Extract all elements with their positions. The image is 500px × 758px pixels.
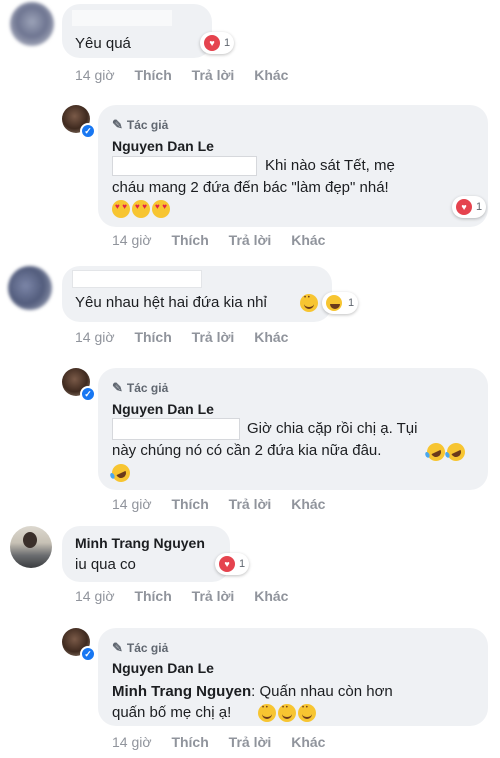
more-link[interactable]: Khác [291, 496, 325, 512]
emoji-row [112, 200, 172, 218]
rofl-emoji-icon [444, 440, 468, 464]
verified-check-icon: ✓ [80, 646, 96, 662]
reaction-badge[interactable]: ♥ 1 [452, 196, 487, 218]
heart-eyes-emoji-icon [112, 200, 130, 218]
rofl-emoji-icon [109, 461, 133, 485]
redacted-mention [112, 156, 257, 176]
haha-icon [326, 295, 342, 311]
avatar[interactable] [10, 526, 52, 568]
like-link[interactable]: Thích [171, 496, 208, 512]
author-badge: ✎ Tác giả [112, 640, 169, 655]
author-badge: ✎ Tác giả [112, 117, 169, 132]
heart-eyes-emoji-icon [152, 200, 170, 218]
like-link[interactable]: Thích [134, 329, 171, 345]
like-link[interactable]: Thích [134, 588, 171, 604]
comment-actions: 14 giờ Thích Trả lời Khác [112, 734, 341, 750]
comment-actions: 14 giờ Thích Trả lời Khác [75, 67, 304, 83]
comment-actions: 14 giờ Thích Trả lời Khác [75, 329, 304, 345]
pencil-icon: ✎ [112, 640, 123, 655]
more-link[interactable]: Khác [254, 329, 288, 345]
more-link[interactable]: Khác [291, 734, 325, 750]
author-badge: ✎ Tác giả [112, 380, 169, 395]
comment-text-line1: Khi nào sát Tết, mẹ [265, 157, 395, 174]
heart-icon: ♥ [456, 199, 472, 215]
avatar[interactable] [10, 2, 54, 46]
emoji-row [300, 294, 320, 312]
timestamp[interactable]: 14 giờ [75, 329, 115, 345]
verified-check-icon: ✓ [80, 386, 96, 402]
like-link[interactable]: Thích [171, 232, 208, 248]
comment-text: Yêu nhau hệt hai đứa kia nhỉ [75, 294, 267, 311]
comment-text-line1: Giờ chia cặp rồi chị ạ. Tụi [247, 420, 418, 437]
comment-actions: 14 giờ Thích Trả lời Khác [75, 588, 304, 604]
reaction-badge[interactable]: 1 [322, 292, 359, 314]
comment-text-line1: Minh Trang Nguyen: Quấn nhau còn hơn [112, 683, 393, 700]
heart-icon: ♥ [204, 35, 220, 51]
comment-actions: 14 giờ Thích Trả lời Khác [112, 496, 341, 512]
redacted-mention [112, 418, 240, 440]
reply-link[interactable]: Trả lời [192, 329, 235, 345]
avatar[interactable] [8, 266, 52, 310]
commenter-name[interactable]: Nguyen Dan Le [112, 660, 214, 676]
grinning-emoji-icon [258, 704, 276, 722]
comment-text-line2: cháu mang 2 đứa đến bác "làm đẹp" nhá! [112, 179, 389, 196]
more-link[interactable]: Khác [254, 67, 288, 83]
reply-link[interactable]: Trả lời [192, 67, 235, 83]
commenter-name[interactable]: Nguyen Dan Le [112, 401, 214, 417]
reaction-badge[interactable]: ♥ 1 [200, 32, 235, 54]
pencil-icon: ✎ [112, 117, 123, 132]
grinning-emoji-icon [300, 294, 318, 312]
mention-link[interactable]: Minh Trang Nguyen [112, 683, 251, 700]
comment-text-line2: này chúng nó có cần 2 đứa kia nữa đâu. [112, 442, 382, 459]
emoji-row [258, 704, 318, 722]
reply-link[interactable]: Trả lời [192, 588, 235, 604]
reply-link[interactable]: Trả lời [229, 734, 272, 750]
emoji-row [424, 440, 468, 464]
timestamp[interactable]: 14 giờ [112, 496, 152, 512]
pencil-icon: ✎ [112, 380, 123, 395]
like-link[interactable]: Thích [171, 734, 208, 750]
grinning-emoji-icon [278, 704, 296, 722]
reaction-badge[interactable]: ♥ 1 [215, 553, 250, 575]
redacted-name [72, 10, 172, 26]
like-link[interactable]: Thích [134, 67, 171, 83]
comment-actions: 14 giờ Thích Trả lời Khác [112, 232, 341, 248]
heart-eyes-emoji-icon [132, 200, 150, 218]
reply-link[interactable]: Trả lời [229, 232, 272, 248]
comment-text: Yêu quá [75, 35, 131, 52]
comment-text-line2: quấn bố mẹ chị ạ! [112, 704, 232, 721]
timestamp[interactable]: 14 giờ [75, 67, 115, 83]
timestamp[interactable]: 14 giờ [112, 232, 152, 248]
grinning-emoji-icon [298, 704, 316, 722]
redacted-name [72, 270, 202, 288]
verified-check-icon: ✓ [80, 123, 96, 139]
more-link[interactable]: Khác [254, 588, 288, 604]
commenter-name[interactable]: Minh Trang Nguyen [75, 535, 205, 551]
commenter-name[interactable]: Nguyen Dan Le [112, 138, 214, 154]
heart-icon: ♥ [219, 556, 235, 572]
reply-link[interactable]: Trả lời [229, 496, 272, 512]
timestamp[interactable]: 14 giờ [75, 588, 115, 604]
more-link[interactable]: Khác [291, 232, 325, 248]
timestamp[interactable]: 14 giờ [112, 734, 152, 750]
comment-text: iu qua co [75, 556, 136, 573]
emoji-row [109, 461, 133, 485]
